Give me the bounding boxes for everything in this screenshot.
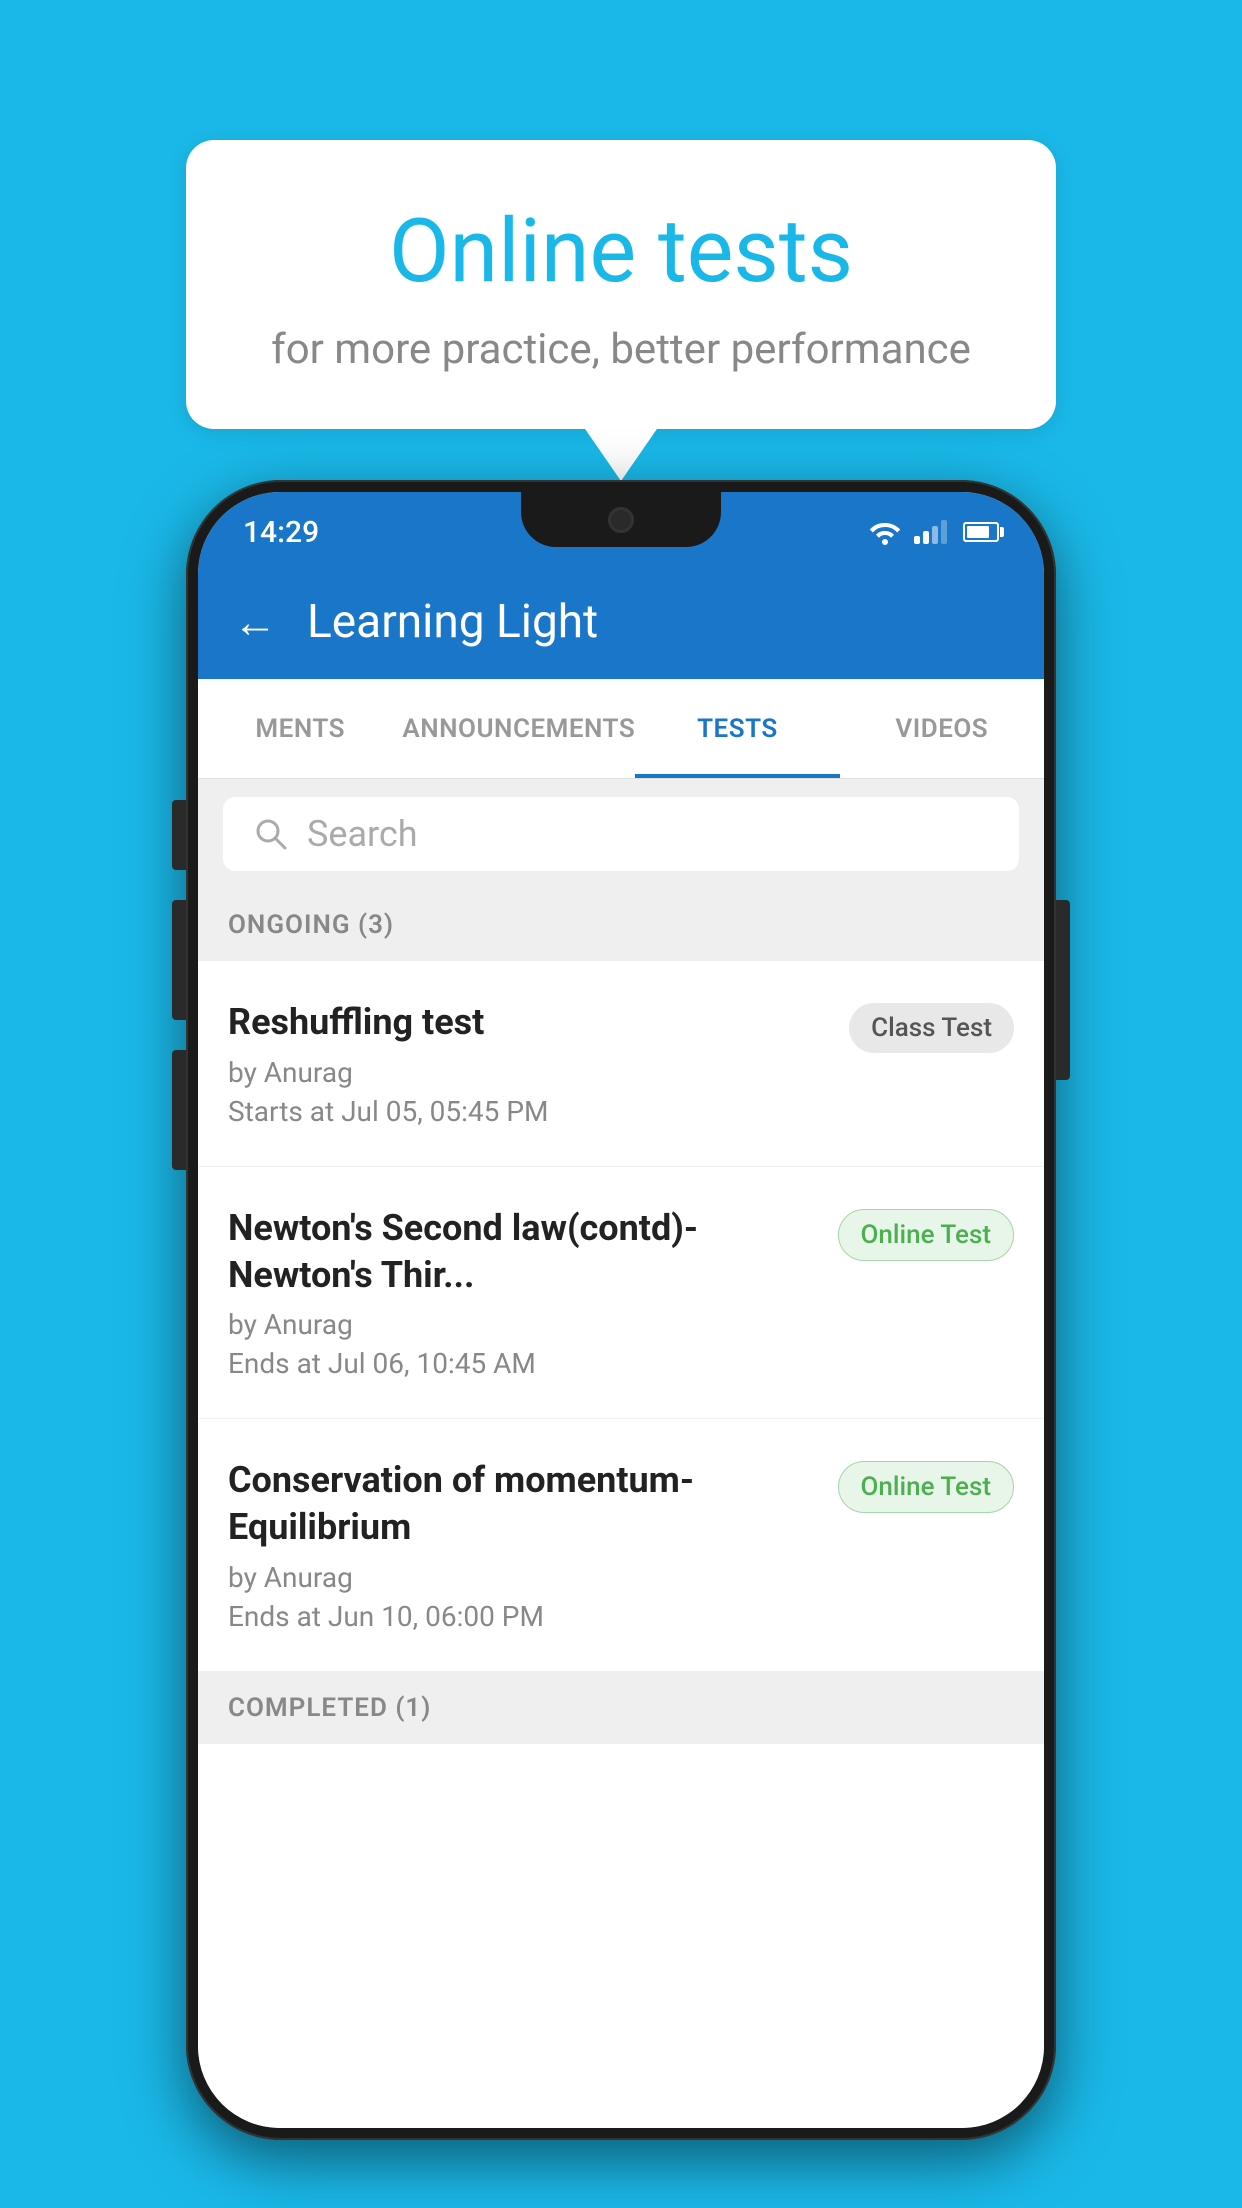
test-author-newton: by Anurag xyxy=(228,1308,818,1341)
tab-ments[interactable]: MENTS xyxy=(198,679,402,778)
ongoing-label: ONGOING (3) xyxy=(228,910,394,940)
bubble-subtitle: for more practice, better performance xyxy=(256,325,986,374)
test-badge-newton: Online Test xyxy=(838,1209,1015,1261)
test-time-conservation: Ends at Jun 10, 06:00 PM xyxy=(228,1600,818,1633)
power-button[interactable] xyxy=(1056,900,1070,1080)
signal-icon xyxy=(914,520,947,544)
test-name-reshuffling: Reshuffling test xyxy=(228,999,829,1046)
test-badge-reshuffling: Class Test xyxy=(849,1003,1014,1053)
silent-button[interactable] xyxy=(172,1050,186,1170)
phone-outer-frame: 14:29 xyxy=(186,480,1056,2140)
phone-notch xyxy=(521,492,721,547)
test-name-conservation: Conservation of momentum-Equilibrium xyxy=(228,1457,818,1551)
test-item-newton[interactable]: Newton's Second law(contd)-Newton's Thir… xyxy=(198,1167,1044,1420)
test-info-newton: Newton's Second law(contd)-Newton's Thir… xyxy=(228,1205,838,1381)
app-header-title: Learning Light xyxy=(307,595,598,649)
status-time: 14:29 xyxy=(243,515,319,550)
test-author-conservation: by Anurag xyxy=(228,1561,818,1594)
phone-device: 14:29 xyxy=(186,480,1056,2140)
search-placeholder: Search xyxy=(307,813,418,855)
test-time-newton: Ends at Jul 06, 10:45 AM xyxy=(228,1347,818,1380)
test-item-conservation[interactable]: Conservation of momentum-Equilibrium by … xyxy=(198,1419,1044,1672)
back-button[interactable]: ← xyxy=(233,600,277,644)
search-bar[interactable]: Search xyxy=(223,797,1019,871)
speech-bubble: Online tests for more practice, better p… xyxy=(186,140,1056,429)
test-item-reshuffling[interactable]: Reshuffling test by Anurag Starts at Jul… xyxy=(198,961,1044,1167)
volume-up-button[interactable] xyxy=(172,800,186,870)
speech-bubble-container: Online tests for more practice, better p… xyxy=(186,140,1056,429)
search-icon xyxy=(253,816,289,852)
test-time-reshuffling: Starts at Jul 05, 05:45 PM xyxy=(228,1095,829,1128)
tabs-container: MENTS ANNOUNCEMENTS TESTS VIDEOS xyxy=(198,679,1044,779)
app-header: ← Learning Light xyxy=(198,564,1044,679)
ongoing-section-header: ONGOING (3) xyxy=(198,889,1044,961)
phone-screen: 14:29 xyxy=(198,492,1044,2128)
test-badge-conservation: Online Test xyxy=(838,1461,1015,1513)
bubble-title: Online tests xyxy=(256,200,986,303)
tab-announcements[interactable]: ANNOUNCEMENTS xyxy=(402,679,635,778)
test-name-newton: Newton's Second law(contd)-Newton's Thir… xyxy=(228,1205,818,1299)
battery-icon xyxy=(963,522,999,542)
volume-down-button[interactable] xyxy=(172,900,186,1020)
wifi-icon xyxy=(868,519,902,545)
test-list: Reshuffling test by Anurag Starts at Jul… xyxy=(198,961,1044,2128)
test-info-reshuffling: Reshuffling test by Anurag Starts at Jul… xyxy=(228,999,849,1128)
completed-label: COMPLETED (1) xyxy=(228,1693,431,1723)
front-camera xyxy=(608,507,634,533)
tab-videos[interactable]: VIDEOS xyxy=(840,679,1044,778)
completed-section-header: COMPLETED (1) xyxy=(198,1672,1044,1744)
test-info-conservation: Conservation of momentum-Equilibrium by … xyxy=(228,1457,838,1633)
search-container: Search xyxy=(198,779,1044,889)
status-icons xyxy=(868,519,999,545)
test-author-reshuffling: by Anurag xyxy=(228,1056,829,1089)
tab-tests[interactable]: TESTS xyxy=(635,679,839,778)
